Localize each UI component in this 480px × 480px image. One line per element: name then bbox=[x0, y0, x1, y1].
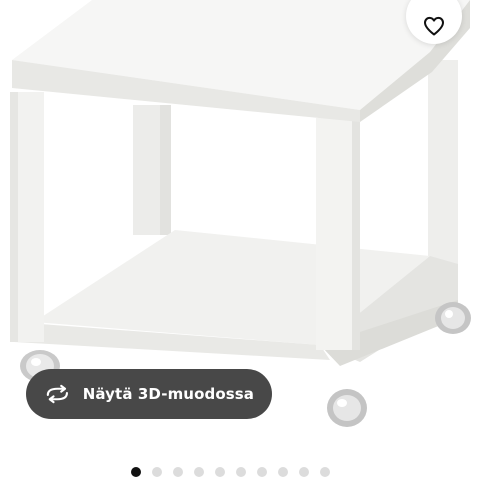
gallery-dot[interactable] bbox=[193, 467, 204, 477]
gallery-pagination bbox=[0, 467, 470, 477]
gallery-dot[interactable] bbox=[130, 467, 141, 477]
gallery-dot[interactable] bbox=[214, 467, 225, 477]
gallery-dot[interactable] bbox=[277, 467, 288, 477]
gallery-dot[interactable] bbox=[256, 467, 267, 477]
gallery-dot[interactable] bbox=[319, 467, 330, 477]
gallery-dot[interactable] bbox=[151, 467, 162, 477]
view-in-3d-button[interactable]: Näytä 3D-muodossa bbox=[26, 369, 272, 419]
gallery-dot[interactable] bbox=[235, 467, 246, 477]
gallery-dot[interactable] bbox=[298, 467, 309, 477]
gallery-dot[interactable] bbox=[172, 467, 183, 477]
view-in-3d-label: Näytä 3D-muodossa bbox=[82, 385, 254, 403]
product-gallery[interactable]: Näytä 3D-muodossa bbox=[0, 0, 480, 480]
heart-outline-icon bbox=[424, 16, 444, 36]
rotate-arrows-icon bbox=[46, 384, 68, 404]
